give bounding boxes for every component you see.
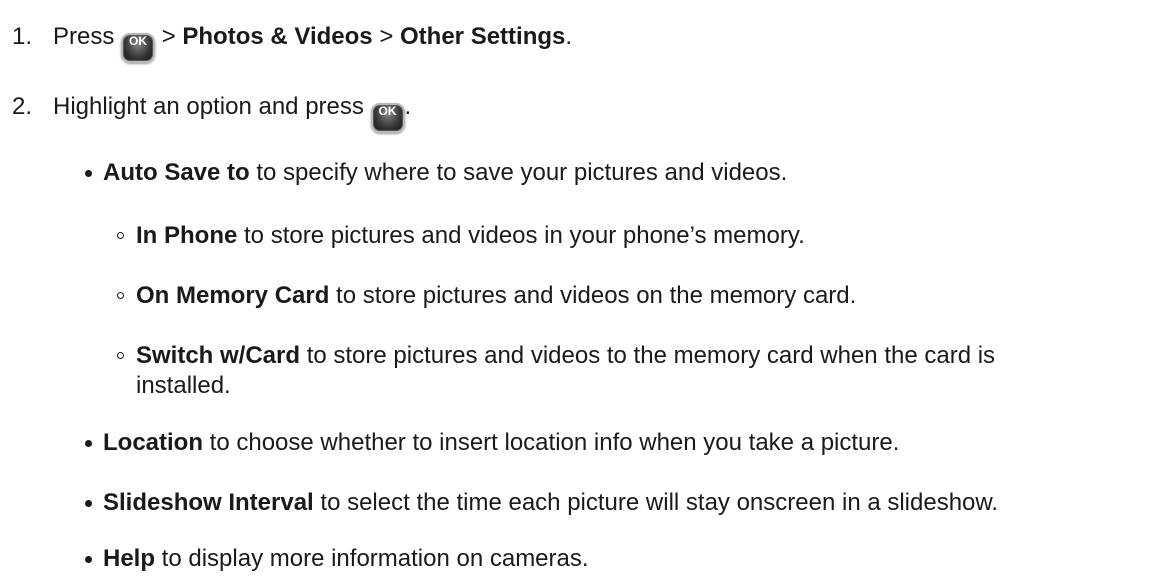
- sub-bullet-icon: [117, 352, 124, 359]
- menu-item-other-settings: Other Settings: [400, 23, 566, 50]
- option-label: Auto Save to: [103, 159, 250, 186]
- suboption-on-memory-card: On Memory Card to store pictures and vid…: [136, 281, 856, 311]
- bullet-icon: [85, 556, 92, 563]
- option-label: Slideshow Interval: [103, 489, 314, 516]
- step-1: 1. Press OK > Photos & Videos > Other Se…: [12, 22, 572, 63]
- separator: >: [155, 23, 183, 50]
- sub-bullet-icon: [117, 292, 124, 299]
- menu-item-photos-videos: Photos & Videos: [182, 23, 373, 50]
- suboption-switch-card-cont: installed.: [136, 372, 231, 399]
- step-end: .: [404, 93, 412, 120]
- option-location: Location to choose whether to insert loc…: [103, 428, 899, 458]
- suboption-description: to store pictures and videos to the memo…: [300, 342, 996, 369]
- suboption-description: to store pictures and videos on the memo…: [329, 282, 857, 309]
- option-help: Help to display more information on came…: [103, 544, 589, 574]
- ok-button-icon: OK: [370, 103, 405, 133]
- step-end: .: [565, 23, 573, 50]
- suboption-label: Switch w/Card: [136, 342, 301, 369]
- suboption-in-phone: In Phone to store pictures and videos in…: [136, 221, 805, 251]
- step-2: 2. Highlight an option and press OK.: [12, 92, 411, 133]
- option-description: to choose whether to insert location inf…: [203, 429, 900, 456]
- option-label: Help: [103, 545, 156, 572]
- option-description: to select the time each picture will sta…: [313, 489, 999, 516]
- step-number: 1.: [12, 23, 33, 50]
- suboption-label: In Phone: [136, 222, 238, 249]
- option-description: to display more information on cameras.: [155, 545, 589, 572]
- option-auto-save: Auto Save to to specify where to save yo…: [103, 158, 787, 188]
- option-description: to specify where to save your pictures a…: [249, 159, 788, 186]
- bullet-icon: [85, 500, 92, 507]
- option-slideshow-interval: Slideshow Interval to select the time ea…: [103, 488, 998, 518]
- step-text: Highlight an option and press: [53, 93, 364, 120]
- ok-button-icon: OK: [121, 33, 156, 63]
- suboption-label: On Memory Card: [136, 282, 330, 309]
- suboption-switch-card: Switch w/Card to store pictures and vide…: [136, 341, 995, 371]
- suboption-description: to store pictures and videos in your pho…: [237, 222, 805, 249]
- bullet-icon: [85, 170, 92, 177]
- step-number: 2.: [12, 93, 33, 120]
- separator: >: [372, 23, 401, 50]
- sub-bullet-icon: [117, 232, 124, 239]
- option-label: Location: [103, 429, 203, 456]
- bullet-icon: [85, 440, 92, 447]
